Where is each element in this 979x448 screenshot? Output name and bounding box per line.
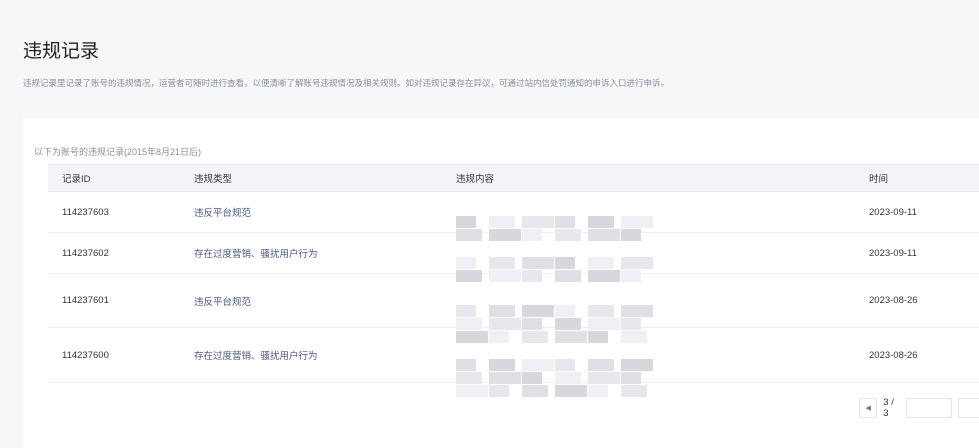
- record-time: 2023-08-26: [869, 327, 979, 383]
- records-card: 以下为账号的违规记录(2015年8月21日后) 记录ID 违规类型 违规内容 时…: [23, 118, 979, 448]
- prev-page-button[interactable]: ◀: [859, 398, 878, 418]
- record-time: 2023-09-11: [869, 191, 979, 233]
- record-content-blurred: [456, 191, 869, 241]
- col-id: 记录ID: [48, 164, 194, 192]
- table-row: 114237600 存在过度营销、骚扰用户行为 2023-08-26: [48, 327, 979, 397]
- record-type: 违反平台规范: [194, 191, 456, 233]
- pagination: ◀ 3 / 3: [859, 397, 979, 419]
- col-type: 违规类型: [194, 164, 456, 192]
- record-time: 2023-08-26: [869, 273, 979, 328]
- record-time: 2023-09-11: [869, 232, 979, 274]
- record-id: 114237600: [48, 327, 194, 383]
- page-jump-button[interactable]: [957, 398, 979, 418]
- record-content-blurred: [456, 327, 869, 397]
- caret-left-icon: ◀: [865, 405, 871, 412]
- record-type: 存在过度营销、骚扰用户行为: [194, 327, 456, 383]
- col-time: 时间: [869, 164, 979, 192]
- record-type: 存在过度营销、骚扰用户行为: [194, 232, 456, 274]
- record-id: 114237603: [48, 191, 194, 233]
- record-id: 114237602: [48, 232, 194, 274]
- record-type: 违反平台规范: [194, 273, 456, 328]
- page-indicator: 3 / 3: [883, 397, 894, 419]
- page-jump-input[interactable]: [906, 398, 952, 418]
- table-row: 114237603 违反平台规范 2023-09-11: [48, 191, 979, 241]
- records-table: 记录ID 违规类型 违规内容 时间 114237603 违反平台规范 2023-…: [48, 164, 979, 397]
- record-id: 114237601: [48, 273, 194, 328]
- page-description: 违规记录里记录了账号的违规情况，运营者可随时进行查看，以便清晰了解账号违规情况及…: [23, 78, 670, 88]
- records-subtitle: 以下为账号的违规记录(2015年8月21日后): [34, 147, 202, 157]
- page-title: 违规记录: [23, 41, 100, 62]
- col-content: 违规内容: [456, 164, 869, 192]
